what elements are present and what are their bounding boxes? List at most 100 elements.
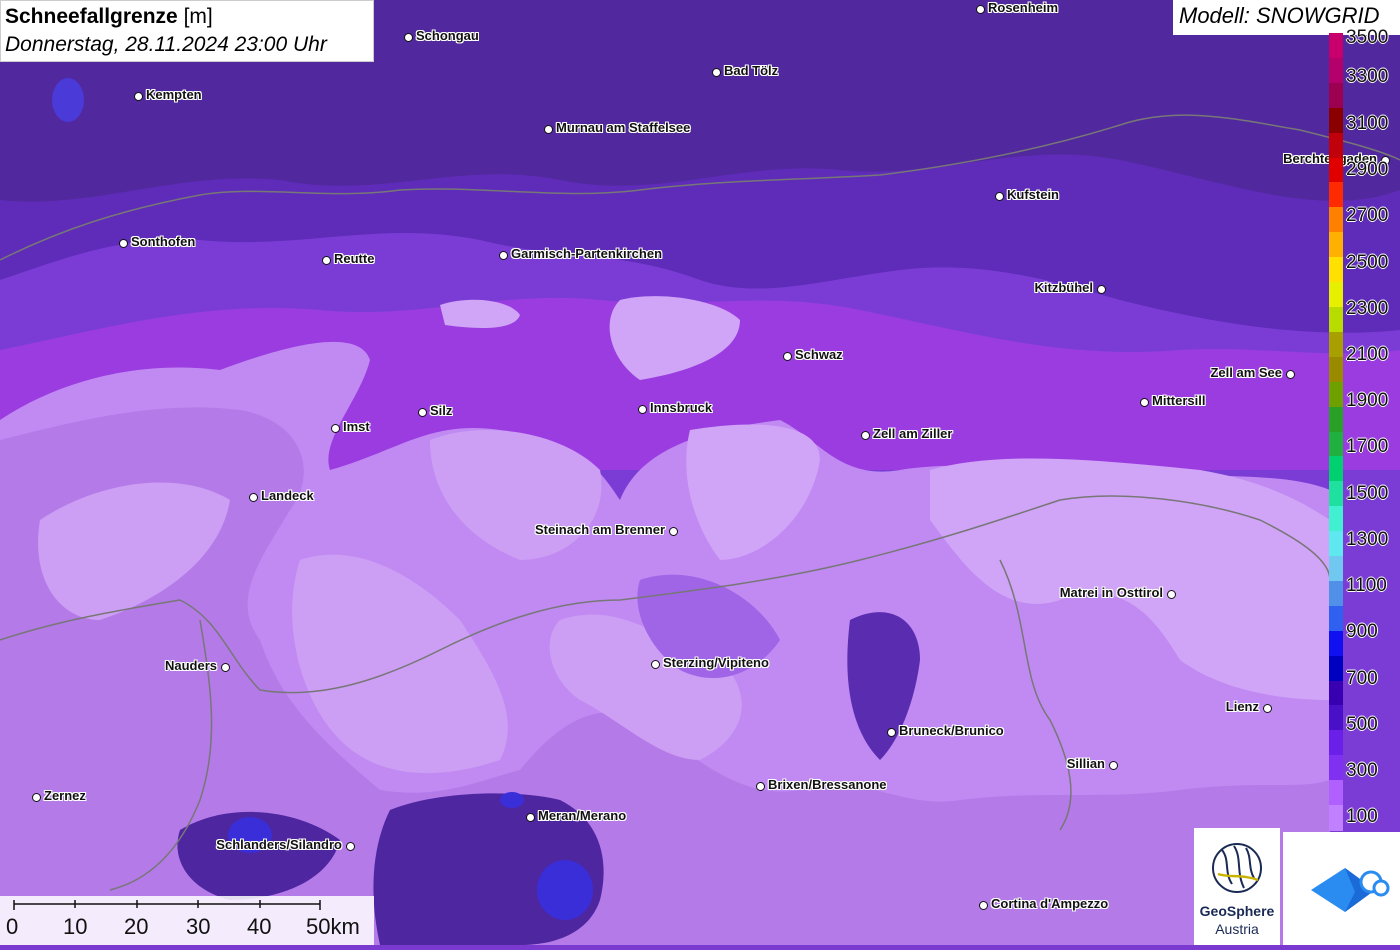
scale-label-0: 0 [6, 914, 19, 939]
legend-label: 3100 [1346, 113, 1389, 134]
city-marker [221, 663, 230, 672]
city-label: Murnau am Staffelsee [556, 120, 691, 135]
city-label: Kufstein [1007, 187, 1059, 202]
city-marker [651, 660, 660, 669]
legend-label: 2300 [1346, 298, 1389, 319]
city-label: Steinach am Brenner [534, 522, 665, 537]
city-label: Bad Tölz [724, 63, 779, 78]
city-label: Innsbruck [650, 400, 713, 415]
legend-label: 2100 [1346, 344, 1389, 365]
legend-label: 2900 [1346, 159, 1389, 180]
city-label: Nauders [164, 658, 217, 673]
legend-swatch [1329, 232, 1343, 258]
city-marker [32, 793, 41, 802]
city-marker [1263, 704, 1272, 713]
city-label: Mittersill [1152, 393, 1206, 408]
city-marker [756, 782, 765, 791]
legend-swatch [1329, 57, 1343, 84]
legend-swatch [1329, 755, 1343, 781]
legend-swatch [1329, 481, 1343, 507]
legend-swatch [1329, 705, 1343, 731]
legend-label: 3500 [1346, 27, 1389, 48]
legend-swatch [1329, 655, 1343, 682]
city-marker [1286, 370, 1295, 379]
snowfall-limit-map[interactable] [0, 0, 1400, 945]
scale-bar: 0 10 20 30 40 50km [0, 896, 374, 945]
legend-swatch [1329, 531, 1343, 557]
map-title-box: Schneefallgrenze [m] Donnerstag, 28.11.2… [0, 0, 374, 62]
scale-label-10: 10 [63, 914, 88, 939]
city-marker [976, 5, 985, 14]
city-label: Lienz [1225, 699, 1259, 714]
city-label: Imst [343, 419, 370, 434]
city-marker [499, 251, 508, 260]
legend-label: 100 [1346, 806, 1378, 827]
legend-swatch [1329, 33, 1343, 59]
legend-swatch [1329, 780, 1343, 806]
legend-swatch [1329, 556, 1343, 582]
city-marker [404, 33, 413, 42]
legend-label: 1300 [1346, 529, 1389, 550]
legend-swatch [1329, 282, 1343, 308]
app-logo[interactable] [1283, 832, 1400, 945]
city-marker [526, 813, 535, 822]
city-label: Meran/Merano [538, 808, 627, 823]
city-marker [669, 527, 678, 536]
cloud-house-icon [1311, 868, 1390, 912]
legend-swatch [1329, 630, 1343, 657]
city-marker [712, 68, 721, 77]
geosphere-austria-logo[interactable]: GeoSphere Austria [1194, 828, 1280, 945]
legend-swatch [1329, 406, 1343, 432]
legend-swatch [1329, 257, 1343, 283]
legend-label: 500 [1346, 714, 1378, 735]
legend-label: 700 [1346, 668, 1378, 689]
city-label: Reutte [334, 251, 375, 266]
city-label: Zell am Ziller [873, 426, 953, 441]
legend-swatch [1329, 82, 1343, 109]
map-datetime: Donnerstag, 28.11.2024 23:00 Uhr [5, 33, 327, 56]
city-label: Cortina d'Ampezzo [991, 896, 1109, 911]
city-marker [995, 192, 1004, 201]
scale-label-30: 30 [186, 914, 211, 939]
legend-label: 1100 [1346, 575, 1387, 596]
city-label: Landeck [261, 488, 314, 503]
city-marker [1097, 285, 1106, 294]
legend-swatch [1329, 132, 1343, 159]
city-marker [887, 728, 896, 737]
legend-swatch [1329, 730, 1343, 756]
city-label: Sillian [1066, 756, 1105, 771]
city-marker [1167, 590, 1176, 599]
geosphere-emblem-icon [1212, 843, 1262, 893]
city-label: Silz [430, 403, 453, 418]
legend-swatch [1329, 456, 1343, 482]
legend-swatch [1329, 107, 1343, 134]
city-label: Garmisch-Partenkirchen [511, 246, 663, 261]
city-marker [134, 92, 143, 101]
legend-swatch [1329, 680, 1343, 706]
legend-swatch [1329, 431, 1343, 457]
scale-label-40: 40 [247, 914, 272, 939]
legend-label: 900 [1346, 621, 1378, 642]
city-marker [783, 352, 792, 361]
legend-swatch [1329, 207, 1343, 233]
city-label: Zernez [44, 788, 86, 803]
legend-label: 2500 [1346, 252, 1389, 273]
city-label: Rosenheim [988, 0, 1059, 15]
city-marker [1109, 761, 1118, 770]
city-marker [1140, 398, 1149, 407]
city-label: Zell am See [1210, 365, 1282, 380]
legend-label: 3300 [1346, 66, 1389, 87]
city-label: Bruneck/Brunico [899, 723, 1004, 738]
legend-label: 1900 [1346, 390, 1389, 411]
city-marker [544, 125, 553, 134]
city-marker [638, 405, 647, 414]
city-label: Brixen/Bressanone [768, 777, 887, 792]
legend-swatch [1329, 605, 1343, 632]
color-legend: 3500 3300 3100 2900 2700 2500 2300 2100 1900 1700… [1329, 27, 1400, 831]
legend-label: 1700 [1346, 436, 1389, 457]
city-label: Schwaz [795, 347, 843, 362]
city-marker [119, 239, 128, 248]
legend-swatch [1329, 356, 1343, 383]
city-marker [418, 408, 427, 417]
legend-swatch [1329, 182, 1343, 208]
